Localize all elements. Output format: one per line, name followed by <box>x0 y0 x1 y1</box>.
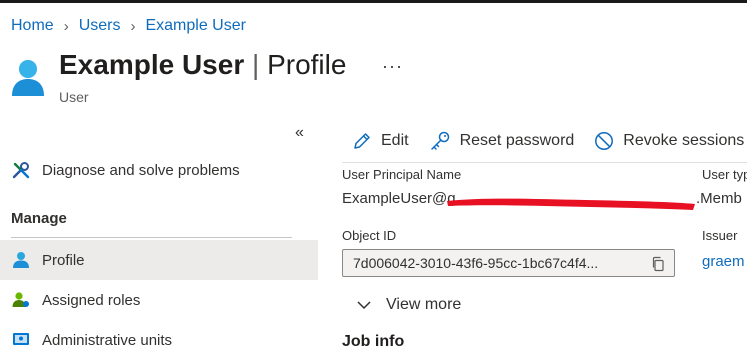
sidebar-item-label: Profile <box>42 251 85 269</box>
edit-button-label: Edit <box>381 132 409 149</box>
view-more-label: View more <box>386 296 462 313</box>
issuer-value-link[interactable]: graem <box>702 253 745 270</box>
user-type-value: .Memb <box>696 190 742 207</box>
object-id-field[interactable]: 7d006042-3010-43f6-95cc-1bc67c4f4... <box>342 249 675 277</box>
object-id-label: Object ID <box>342 228 397 243</box>
page-title-separator: | <box>252 49 260 80</box>
reset-password-label: Reset password <box>459 132 575 149</box>
page-title-section: Profile <box>267 49 347 80</box>
page-subtitle: User <box>59 89 89 105</box>
user-avatar-icon <box>11 59 45 102</box>
job-info-heading: Job info <box>342 333 405 346</box>
edit-button[interactable]: Edit <box>352 131 409 151</box>
key-icon <box>430 131 449 150</box>
sidebar-item-diagnose[interactable]: Diagnose and solve problems <box>0 150 318 190</box>
breadcrumb-example-user[interactable]: Example User <box>145 17 245 35</box>
breadcrumb: Home › Users › Example User <box>11 17 246 35</box>
view-more-button[interactable]: View more <box>356 296 461 314</box>
more-options-button[interactable]: ··· <box>382 56 403 77</box>
upn-label: User Principal Name <box>342 167 462 182</box>
revoke-sessions-button[interactable]: Revoke sessions <box>594 131 744 151</box>
copy-icon[interactable] <box>650 256 666 277</box>
issuer-label: Issuer <box>702 228 738 243</box>
block-icon <box>595 132 614 150</box>
wrench-icon <box>11 160 31 180</box>
sidebar-item-label: Assigned roles <box>42 291 141 309</box>
sidebar-divider <box>11 237 292 238</box>
breadcrumb-separator-icon: › <box>130 17 136 35</box>
breadcrumb-users[interactable]: Users <box>79 17 121 35</box>
user-icon <box>11 250 31 270</box>
user-type-label: User typ <box>702 167 747 182</box>
object-id-value: 7d006042-3010-43f6-95cc-1bc67c4f4... <box>353 255 599 271</box>
page-title-name: Example User <box>59 49 245 80</box>
upn-value: ExampleUser@g <box>342 190 456 207</box>
breadcrumb-separator-icon: › <box>63 17 69 35</box>
sidebar-item-administrative-units[interactable]: Administrative units <box>0 320 318 346</box>
command-bar: Edit Reset password Revoke sessions <box>352 131 747 151</box>
admin-units-icon <box>11 330 31 346</box>
sidebar-section-manage: Manage <box>11 210 67 227</box>
page-title: Example User | Profile <box>59 49 346 81</box>
chevron-down-icon <box>357 301 371 310</box>
user-roles-icon <box>11 290 31 310</box>
redaction-mark <box>447 198 695 210</box>
sidebar-item-label: Diagnose and solve problems <box>42 161 240 179</box>
toolbar-divider <box>342 162 747 163</box>
sidebar-item-profile[interactable]: Profile <box>0 240 318 280</box>
top-border <box>0 0 747 3</box>
sidebar-item-label: Administrative units <box>42 331 173 346</box>
collapse-sidebar-button[interactable]: « <box>295 124 304 142</box>
pencil-icon <box>354 133 370 149</box>
revoke-sessions-label: Revoke sessions <box>623 132 745 149</box>
breadcrumb-home[interactable]: Home <box>11 17 54 35</box>
sidebar-item-assigned-roles[interactable]: Assigned roles <box>0 280 318 320</box>
reset-password-button[interactable]: Reset password <box>429 131 575 151</box>
